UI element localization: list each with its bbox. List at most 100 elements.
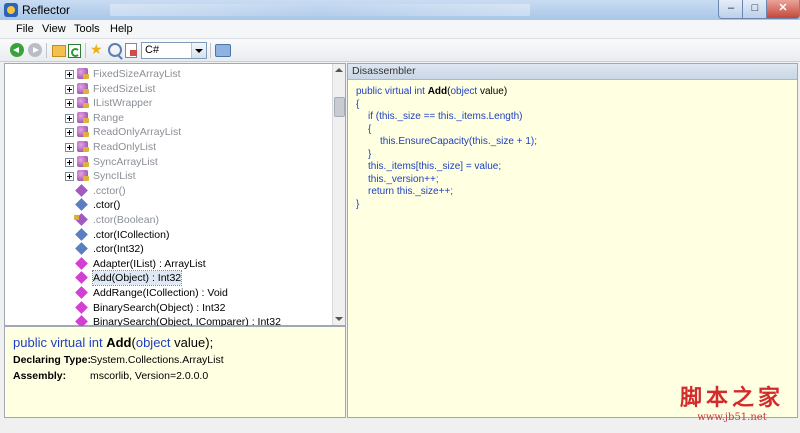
tree-node-label: AddRange(ICollection) : Void (93, 287, 228, 299)
scroll-up-arrow-icon[interactable] (335, 68, 343, 72)
member-signature: public virtual int Add(object value); (13, 335, 213, 350)
minimize-icon: – (727, 2, 735, 14)
minimize-button[interactable]: – (718, 0, 744, 19)
method-icon (75, 286, 88, 299)
tree-node-label: .ctor(Int32) (93, 243, 144, 256)
bookmark-star-icon[interactable]: ★ (90, 41, 104, 57)
close-icon: ✕ (778, 2, 788, 14)
code-token: if (this._size == this._items.Length) (368, 111, 523, 122)
code-token: } (356, 198, 360, 210)
code-line: this.EnsureCapacity(this._size + 1); (380, 136, 537, 147)
watermark-chinese: 脚本之家 (679, 385, 784, 411)
code-token: public virtual int (356, 86, 428, 97)
code-token: } (368, 148, 372, 160)
expand-plus-icon[interactable] (65, 99, 74, 109)
code-token: { (368, 123, 372, 135)
code-token: value) (477, 86, 508, 97)
method-icon (75, 242, 88, 256)
back-icon[interactable] (10, 43, 24, 57)
expand-plus-icon[interactable] (65, 157, 74, 167)
code-line: } (356, 199, 359, 210)
method-icon (75, 227, 88, 241)
refresh-icon[interactable] (68, 44, 81, 58)
tree-node-label: SyncArrayList (93, 155, 158, 168)
tree-node-label: ReadOnlyArrayList (93, 126, 182, 139)
document-icon[interactable] (125, 43, 137, 58)
scroll-thumb[interactable] (334, 97, 345, 117)
disassembler-pane[interactable]: Disassembler public virtual int Add(obje… (347, 63, 798, 418)
maximize-button[interactable]: □ (742, 0, 768, 19)
signature-method-name: Add (106, 335, 132, 350)
class-icon (77, 170, 89, 182)
code-line: { (356, 99, 359, 110)
chevron-down-icon[interactable] (191, 43, 206, 58)
class-icon (77, 82, 89, 94)
class-icon (77, 141, 89, 152)
language-select-value: C# (145, 44, 160, 56)
method-icon (75, 213, 88, 226)
tree-node-label: .ctor(ICollection) (93, 228, 170, 241)
scroll-down-arrow-icon[interactable] (335, 317, 343, 321)
class-icon (77, 126, 89, 138)
tree-node-label: .cctor() (93, 184, 126, 197)
tree-node-label: FixedSizeArrayList (93, 68, 181, 80)
menu-help[interactable]: Help (110, 23, 133, 35)
code-line: } (368, 149, 371, 160)
tree-scrollbar[interactable] (332, 64, 345, 325)
search-icon[interactable] (108, 43, 122, 57)
code-token: this.EnsureCapacity(this._size + 1); (380, 136, 538, 147)
tree-node-label: BinarySearch(Object) : Int32 (93, 301, 226, 314)
watermark-url: www.jb51.net (697, 412, 767, 423)
title-bar: Reflector – □ ✕ (0, 0, 800, 21)
tree-node-label: Add(Object) : Int32 (91, 270, 183, 287)
code-line: { (368, 124, 371, 135)
tree-node-label: Range (93, 111, 124, 124)
code-line: if (this._size == this._items.Length) (368, 111, 523, 122)
code-token: return this._size++; (368, 186, 454, 197)
toolbar-separator (46, 43, 47, 58)
code-token: object (450, 86, 478, 97)
class-icon (77, 68, 89, 79)
site-watermark: 脚本之家 www.jb51.net (668, 380, 796, 423)
menu-tools[interactable]: Tools (74, 23, 100, 35)
tree-node-label: IListWrapper (93, 97, 153, 110)
code-line: public virtual int Add(object value) (356, 86, 507, 97)
signature-param-type: object (135, 335, 171, 350)
method-icon (75, 271, 88, 285)
declaring-type-label: Declaring Type: (13, 354, 91, 366)
assembly-browser-tree[interactable]: FixedSizeArrayList FixedSizeList IListWrap… (4, 63, 346, 328)
signature-keywords: public virtual int (13, 335, 107, 350)
expand-plus-icon[interactable] (65, 172, 74, 182)
assembly-value: mscorlib, Version=2.0.0.0 (90, 370, 209, 382)
menu-file[interactable]: File (16, 23, 34, 35)
toolbar: ★ C# (0, 39, 800, 62)
class-icon (77, 97, 89, 109)
tree-node-label: SyncIList (93, 170, 136, 183)
tree-node-label: .ctor(Boolean) (93, 214, 159, 226)
disassembler-title: Disassembler (352, 65, 416, 77)
assembly-label: Assembly: (13, 370, 67, 382)
forward-icon[interactable] (28, 43, 42, 57)
signature-param-rest: value); (170, 335, 214, 350)
language-select[interactable]: C# (141, 42, 207, 59)
tree-node-label: FixedSizeList (93, 82, 156, 95)
code-token: this._items[this._size] = value; (368, 161, 502, 172)
code-line: this._version++; (368, 174, 439, 185)
tree-node-label: .ctor() (93, 199, 121, 212)
window-title: Reflector (22, 3, 71, 17)
declaring-type-value: System.Collections.ArrayList (90, 354, 224, 366)
expand-plus-icon[interactable] (65, 70, 74, 79)
expand-plus-icon[interactable] (65, 84, 74, 94)
expand-plus-icon[interactable] (65, 128, 74, 138)
member-info-pane: public virtual int Add(object value); De… (4, 326, 346, 418)
open-folder-icon[interactable] (52, 45, 66, 57)
blurred-taskbar-strip (110, 4, 530, 16)
close-button[interactable]: ✕ (766, 0, 800, 19)
menu-view[interactable]: View (42, 23, 66, 35)
expand-plus-icon[interactable] (65, 113, 74, 123)
code-token: { (356, 98, 360, 110)
menu-bar: File View Tools Help (0, 20, 800, 39)
disassembler-icon[interactable] (215, 44, 231, 57)
reflector-app-icon (4, 3, 18, 17)
expand-plus-icon[interactable] (65, 143, 74, 152)
